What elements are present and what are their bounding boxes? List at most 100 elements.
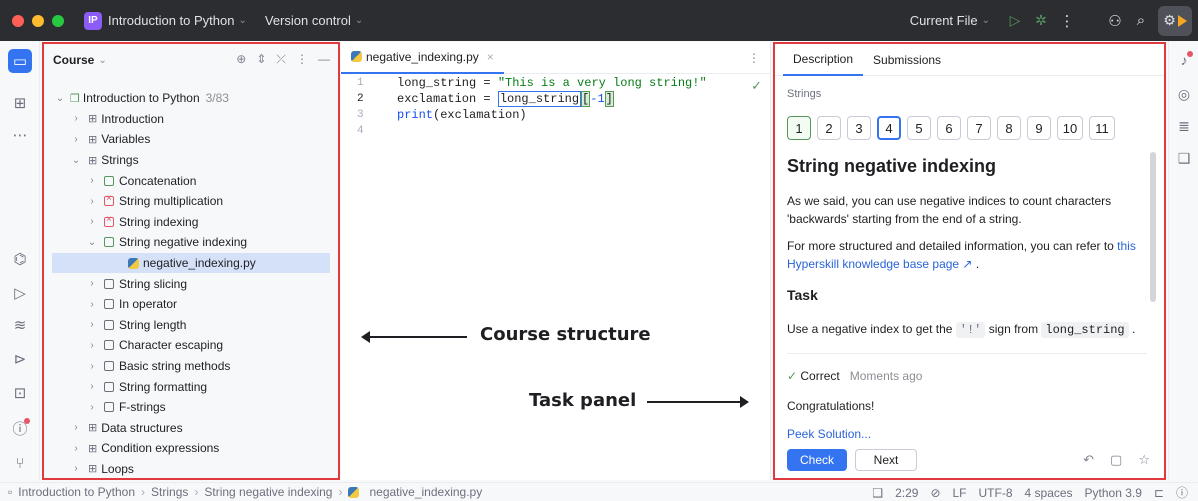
chevron-right-icon[interactable]: › bbox=[70, 422, 82, 433]
comment-icon[interactable]: ▢ bbox=[1110, 452, 1122, 468]
ai-assistant-icon[interactable]: ◎ bbox=[1175, 85, 1193, 103]
tree-section[interactable]: › ⊞ Data structures bbox=[44, 418, 338, 439]
caret-position[interactable]: 2:29 bbox=[895, 486, 918, 500]
course-book-icon[interactable]: ❑ bbox=[872, 486, 883, 500]
tree-root[interactable]: ⌄ ❒ Introduction to Python 3/83 bbox=[44, 88, 338, 109]
settings-button[interactable]: ⚙ bbox=[1158, 5, 1192, 36]
chevron-right-icon[interactable]: › bbox=[86, 319, 98, 330]
chevron-right-icon[interactable]: › bbox=[86, 216, 98, 227]
task-step-3[interactable]: 3 bbox=[847, 116, 871, 140]
minimize-window-button[interactable] bbox=[32, 14, 44, 27]
notifications-icon[interactable]: ♪ bbox=[1175, 51, 1193, 69]
code-line[interactable]: exclamation = long_string [-1] bbox=[397, 91, 707, 107]
task-step-6[interactable]: 6 bbox=[937, 116, 961, 140]
task-scrollbar[interactable] bbox=[1150, 152, 1156, 302]
tab-description[interactable]: Description bbox=[783, 44, 864, 76]
run-icon[interactable]: ▷ bbox=[1002, 8, 1028, 34]
code-area[interactable]: long_string = "This is a very long strin… bbox=[397, 75, 707, 139]
close-tab-icon[interactable]: × bbox=[487, 50, 494, 64]
chevron-right-icon[interactable]: › bbox=[86, 299, 98, 310]
task-step-2[interactable]: 2 bbox=[817, 116, 841, 140]
course-book-icon[interactable]: ❑ bbox=[1175, 149, 1193, 167]
project-folder-icon[interactable]: ▭ bbox=[8, 49, 32, 73]
tree-task[interactable]: › String formatting bbox=[44, 376, 338, 397]
lock-icon[interactable]: ⊏ bbox=[1154, 486, 1164, 500]
task-step-8[interactable]: 8 bbox=[997, 116, 1021, 140]
editor-tab[interactable]: negative_indexing.py × bbox=[341, 42, 504, 74]
next-button[interactable]: Next bbox=[855, 449, 917, 471]
more-vertical-icon[interactable]: ⋮ bbox=[1054, 8, 1080, 34]
close-window-button[interactable] bbox=[12, 14, 24, 27]
check-button[interactable]: Check bbox=[787, 449, 847, 471]
file-encoding[interactable]: UTF-8 bbox=[979, 486, 1013, 500]
chevron-right-icon[interactable]: › bbox=[86, 361, 98, 372]
breadcrumb-item[interactable]: Introduction to Python bbox=[18, 485, 135, 499]
chevron-right-icon[interactable]: › bbox=[86, 381, 98, 392]
tree-section[interactable]: › ⊞ Introduction bbox=[44, 109, 338, 130]
breadcrumb-item[interactable]: Strings bbox=[151, 485, 188, 499]
add-user-icon[interactable]: ⚇ bbox=[1102, 8, 1128, 34]
tree-file[interactable]: negative_indexing.py bbox=[52, 252, 330, 274]
tree-task[interactable]: › String multiplication bbox=[44, 191, 338, 212]
code-line[interactable]: long_string = "This is a very long strin… bbox=[397, 75, 707, 91]
chevron-right-icon[interactable]: › bbox=[70, 134, 82, 145]
layers-icon[interactable]: ≋ bbox=[8, 313, 32, 337]
breadcrumb-item[interactable]: String negative indexing bbox=[204, 485, 332, 499]
no-highlight-icon[interactable]: ⊘ bbox=[930, 486, 940, 500]
git-icon[interactable]: ⑂ bbox=[8, 451, 32, 475]
code-line[interactable]: print(exclamation) bbox=[397, 107, 707, 123]
tab-submissions[interactable]: Submissions bbox=[863, 44, 951, 76]
chevron-right-icon[interactable]: › bbox=[86, 196, 98, 207]
vcs-selector[interactable]: Version control ⌄ bbox=[265, 13, 363, 28]
task-step-10[interactable]: 10 bbox=[1057, 116, 1083, 140]
hide-panel-icon[interactable]: — bbox=[318, 52, 330, 67]
tree-task[interactable]: › Character escaping bbox=[44, 335, 338, 356]
maximize-window-button[interactable] bbox=[52, 14, 64, 27]
chevron-right-icon[interactable]: › bbox=[70, 113, 82, 124]
indentation[interactable]: 4 spaces bbox=[1025, 486, 1073, 500]
debug-icon[interactable]: ✲ bbox=[1028, 8, 1054, 34]
tree-section[interactable]: › ⊞ Variables bbox=[44, 129, 338, 150]
chevron-right-icon[interactable]: › bbox=[86, 175, 98, 186]
tree-task[interactable]: › Concatenation bbox=[44, 170, 338, 191]
expand-all-icon[interactable]: ⇕ bbox=[256, 52, 266, 67]
run-config-selector[interactable]: Current File ⌄ bbox=[910, 13, 990, 28]
tree-section[interactable]: › ⊞ Loops bbox=[44, 459, 338, 480]
more-vertical-icon[interactable]: ⋮ bbox=[748, 51, 760, 65]
structure-icon[interactable]: ⊞ bbox=[8, 91, 32, 115]
locate-icon[interactable]: ⊕ bbox=[236, 52, 246, 67]
star-icon[interactable]: ☆ bbox=[1138, 452, 1150, 468]
no-problems-check-icon[interactable]: ✓ bbox=[751, 78, 762, 94]
tree-task[interactable]: › F-strings bbox=[44, 397, 338, 418]
task-step-4[interactable]: 4 bbox=[877, 116, 901, 140]
run-tool-icon[interactable]: ▷ bbox=[8, 281, 32, 305]
breadcrumb-item[interactable]: negative_indexing.py bbox=[369, 485, 482, 499]
task-step-1[interactable]: 1 bbox=[787, 116, 811, 140]
task-step-7[interactable]: 7 bbox=[967, 116, 991, 140]
terminal-icon[interactable]: ⊡ bbox=[8, 381, 32, 405]
chevron-down-icon[interactable]: ⌄ bbox=[70, 155, 82, 166]
reset-icon[interactable]: ↶ bbox=[1083, 452, 1094, 468]
chevron-right-icon[interactable]: › bbox=[86, 278, 98, 289]
tree-task[interactable]: ⌄ String negative indexing bbox=[44, 232, 338, 253]
tree-section[interactable]: ⌄ ⊞ Strings bbox=[44, 150, 338, 171]
problems-icon[interactable]: ⓘ bbox=[8, 416, 32, 440]
tree-section[interactable]: › ⊞ Condition expressions bbox=[44, 438, 338, 459]
tree-task[interactable]: › String indexing bbox=[44, 212, 338, 233]
python-packages-icon[interactable]: ⌬ bbox=[8, 247, 32, 271]
more-vertical-icon[interactable]: ⋮ bbox=[296, 52, 308, 67]
task-step-9[interactable]: 9 bbox=[1027, 116, 1051, 140]
tree-task[interactable]: › Basic string methods bbox=[44, 356, 338, 377]
info-icon[interactable]: ⓘ bbox=[1176, 484, 1188, 501]
python-interpreter[interactable]: Python 3.9 bbox=[1085, 486, 1142, 500]
line-ending[interactable]: LF bbox=[953, 486, 967, 500]
chevron-right-icon[interactable]: › bbox=[86, 402, 98, 413]
code-line[interactable] bbox=[397, 123, 707, 139]
chevron-right-icon[interactable]: › bbox=[86, 340, 98, 351]
collapse-all-icon[interactable]: ⤫ bbox=[276, 52, 286, 67]
search-icon[interactable]: ⌕ bbox=[1128, 8, 1154, 34]
project-selector[interactable]: Introduction to Python ⌄ bbox=[108, 13, 247, 28]
task-step-5[interactable]: 5 bbox=[907, 116, 931, 140]
tree-task[interactable]: › In operator bbox=[44, 294, 338, 315]
chevron-down-icon[interactable]: ⌄ bbox=[54, 93, 66, 104]
